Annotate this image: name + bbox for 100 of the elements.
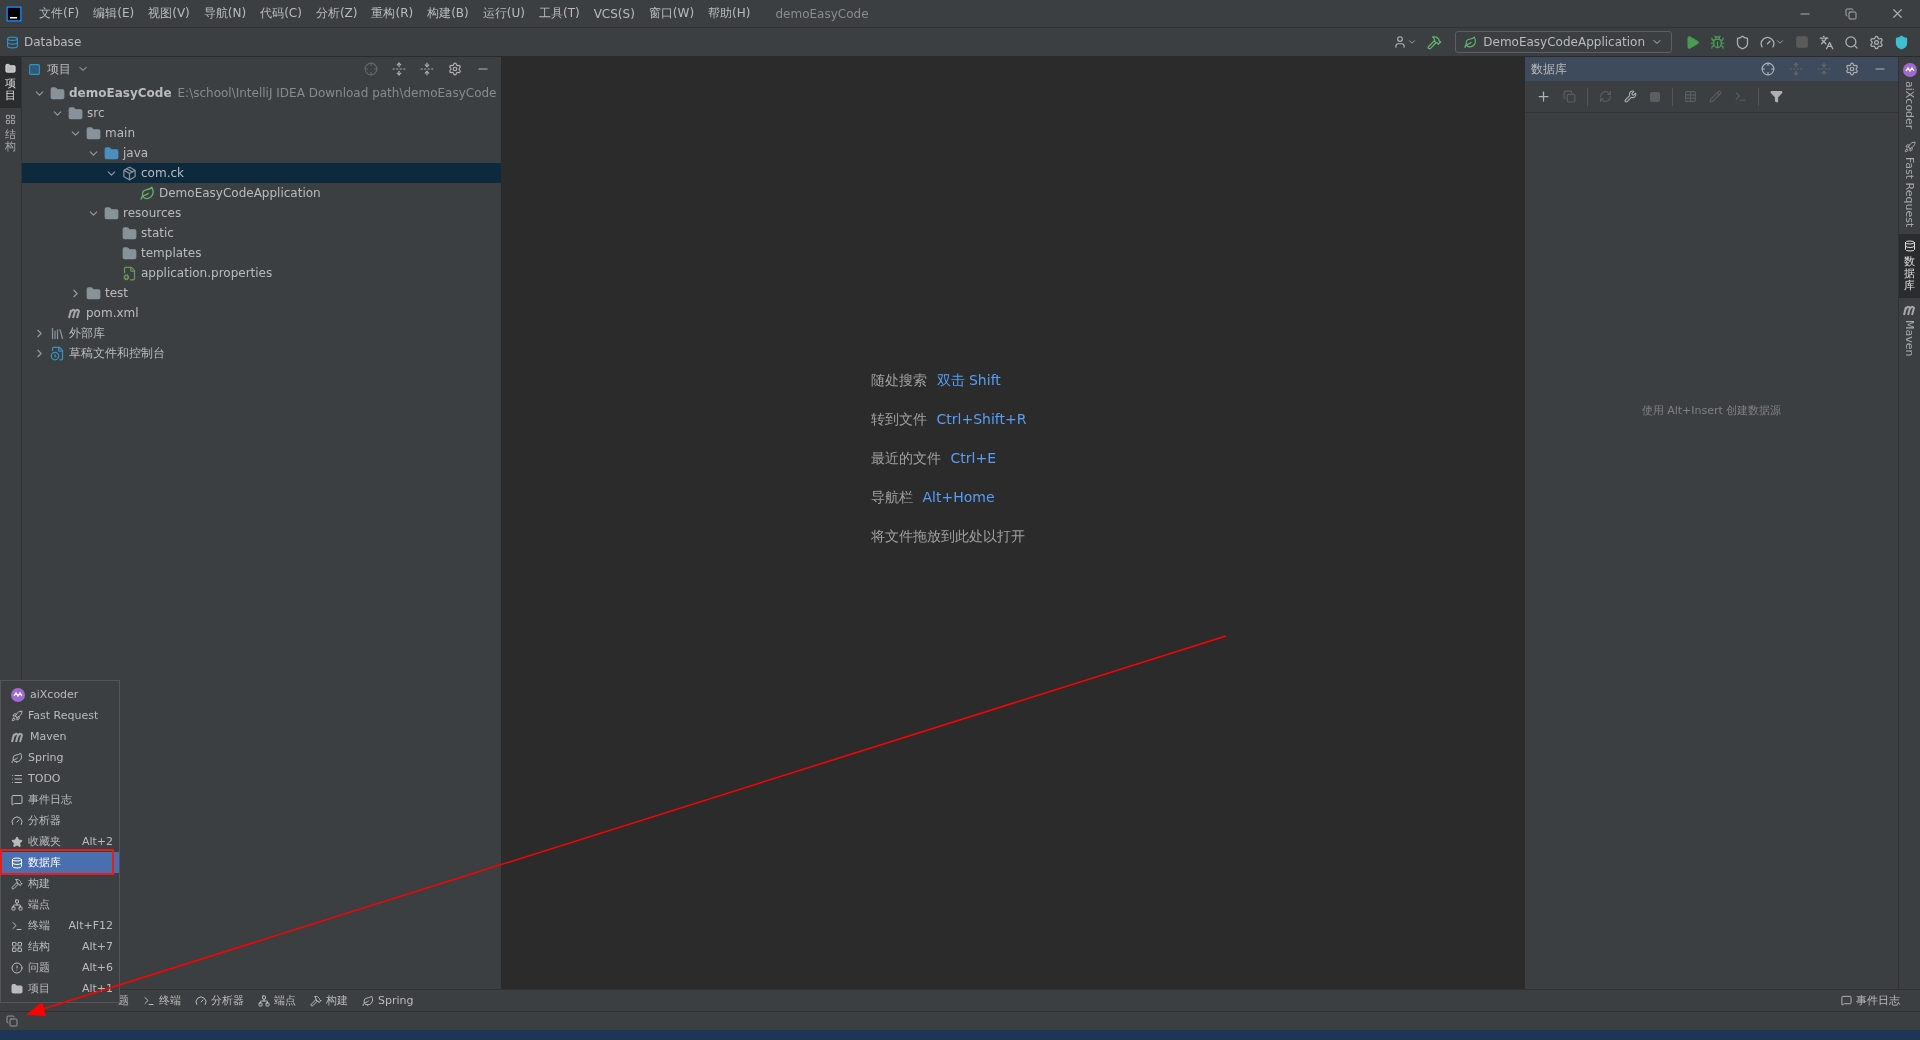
menu-item[interactable]: 分析(Z) [308,5,365,22]
menu-item[interactable]: aiXcoder [1,684,119,705]
menu-item[interactable]: 结构 Alt+7 [1,936,119,957]
menu-item[interactable]: 代码(C) [253,5,309,22]
run-configuration-dropdown[interactable]: DemoEasyCodeApplication [1455,31,1672,53]
hammer-icon [310,994,322,1007]
menu-item[interactable]: 端点 [1,894,119,915]
tree-item[interactable]: com.ck [22,163,501,183]
tool-window-tab[interactable]: Maven [1899,297,1920,363]
expand-all-icon[interactable] [392,62,406,76]
folder-icon [11,982,23,995]
menu-item[interactable]: 收藏夹 Alt+2 [1,831,119,852]
settings-icon[interactable] [1845,62,1859,76]
tool-window-button[interactable]: 终端 [143,993,181,1008]
search-icon[interactable] [1844,34,1859,50]
shortcut-text: Ctrl+E [950,448,997,468]
tool-window-tab[interactable]: 数据库 [1899,233,1920,298]
menu-item[interactable]: Maven [1,726,119,747]
tool-window-button[interactable]: 事件日志 [1841,993,1900,1008]
tree-item[interactable]: resources [22,203,501,223]
tree-item[interactable]: static [22,223,501,243]
tool-windows-toggle-icon[interactable] [6,1015,18,1027]
menu-item[interactable]: 导航(N) [196,5,254,22]
stop-icon[interactable] [1649,90,1661,103]
add-icon[interactable] [1536,89,1551,104]
speech-bubble-icon [11,793,23,806]
hint-label: 最近的文件 [870,448,941,468]
rocket-icon [11,709,23,722]
gauge-icon [11,814,23,827]
breadcrumb[interactable]: Database [6,35,82,49]
tree-item[interactable]: 外部库 [22,323,501,343]
caret-icon[interactable] [1775,37,1785,47]
menu-item[interactable]: 构建(B) [420,5,476,22]
list-icon [11,772,23,785]
user-icon[interactable] [1393,35,1408,49]
caret-icon[interactable] [1407,37,1418,47]
menu-item[interactable]: 数据库 [1,852,119,873]
table-icon[interactable] [1684,90,1697,103]
menu-item[interactable]: VCS(S) [586,6,642,21]
hint-label: 转到文件 [870,409,927,429]
gauge-icon[interactable] [1760,34,1775,50]
menu-item[interactable]: 视图(V) [141,5,197,22]
tree-item[interactable]: pom.xml [22,303,501,323]
duplicate-icon[interactable] [1563,90,1576,103]
menu-item[interactable]: 文件(F) [32,5,87,22]
menu-item[interactable]: 窗口(W) [641,5,702,22]
folder-icon [86,125,101,141]
tool-window-button[interactable]: 构建 [310,993,348,1008]
menu-item[interactable]: TODO [1,768,119,789]
tree-item[interactable]: test [22,283,501,303]
tree-item[interactable]: application.properties [22,263,501,283]
tree-item[interactable]: java [22,143,501,163]
wrench-icon[interactable] [1624,90,1637,103]
run-icon[interactable] [1685,34,1700,50]
resources-folder-icon [104,205,119,221]
tree-item[interactable]: demoEasyCode E:\school\IntelliJ IDEA Download path\demoEasyCode [22,83,501,103]
panel-title[interactable]: 项目 [28,60,89,78]
source-folder-icon [104,145,119,161]
tree-item[interactable]: 草稿文件和控制台 [22,343,501,363]
menu-item[interactable]: 帮助(H) [701,5,758,22]
hint-label: 将文件拖放到此处以打开 [870,526,1025,546]
tool-window-button[interactable]: Spring [362,994,414,1007]
tree-item[interactable]: templates [22,243,501,263]
menu-item[interactable]: 分析器 [1,810,119,831]
menu-item[interactable]: 运行(U) [475,5,532,22]
settings-icon[interactable] [1869,34,1884,50]
menu-item[interactable]: 编辑(E) [86,5,142,22]
settings-icon[interactable] [448,62,462,76]
tool-window-tab[interactable]: 结构 [0,108,21,160]
tool-window-tab[interactable]: aiXcoder [1899,57,1920,136]
hammer-icon[interactable] [1427,34,1443,50]
folder-icon [5,63,16,74]
window-title: demoEasyCode [775,6,869,21]
tree-item[interactable]: src [22,103,501,123]
shield-icon[interactable] [1735,34,1750,50]
collapse-all-icon[interactable] [420,62,434,76]
locate-icon[interactable] [364,62,378,76]
tool-window-button[interactable]: 分析器 [195,993,244,1008]
menu-item[interactable]: Fast Request [1,705,119,726]
package-icon [122,165,137,181]
menu-item[interactable]: 工具(T) [531,5,587,22]
translate-icon[interactable] [1819,34,1834,50]
menu-item[interactable]: 事件日志 [1,789,119,810]
plugin-icon[interactable] [1894,34,1909,50]
tool-window-tab[interactable]: Fast Request [1899,135,1920,234]
restore-icon[interactable] [1845,7,1857,20]
menu-item[interactable]: 重构(R) [364,5,421,22]
menu-item[interactable]: 构建 [1,873,119,894]
tool-window-tab[interactable]: 项目 [0,57,21,109]
folder-icon [68,105,83,121]
locate-icon[interactable] [1761,62,1775,76]
tool-window-button[interactable]: 端点 [258,993,296,1008]
filter-icon[interactable] [1770,90,1783,103]
tree-item[interactable]: DemoEasyCodeApplication [22,183,501,203]
menu-item[interactable]: 问题 Alt+6 [1,957,119,978]
menu-item[interactable]: 终端 Alt+F12 [1,915,119,936]
folder-icon [86,285,101,301]
debug-icon[interactable] [1710,34,1725,50]
tree-item[interactable]: main [22,123,501,143]
menu-item[interactable]: Spring [1,747,119,768]
